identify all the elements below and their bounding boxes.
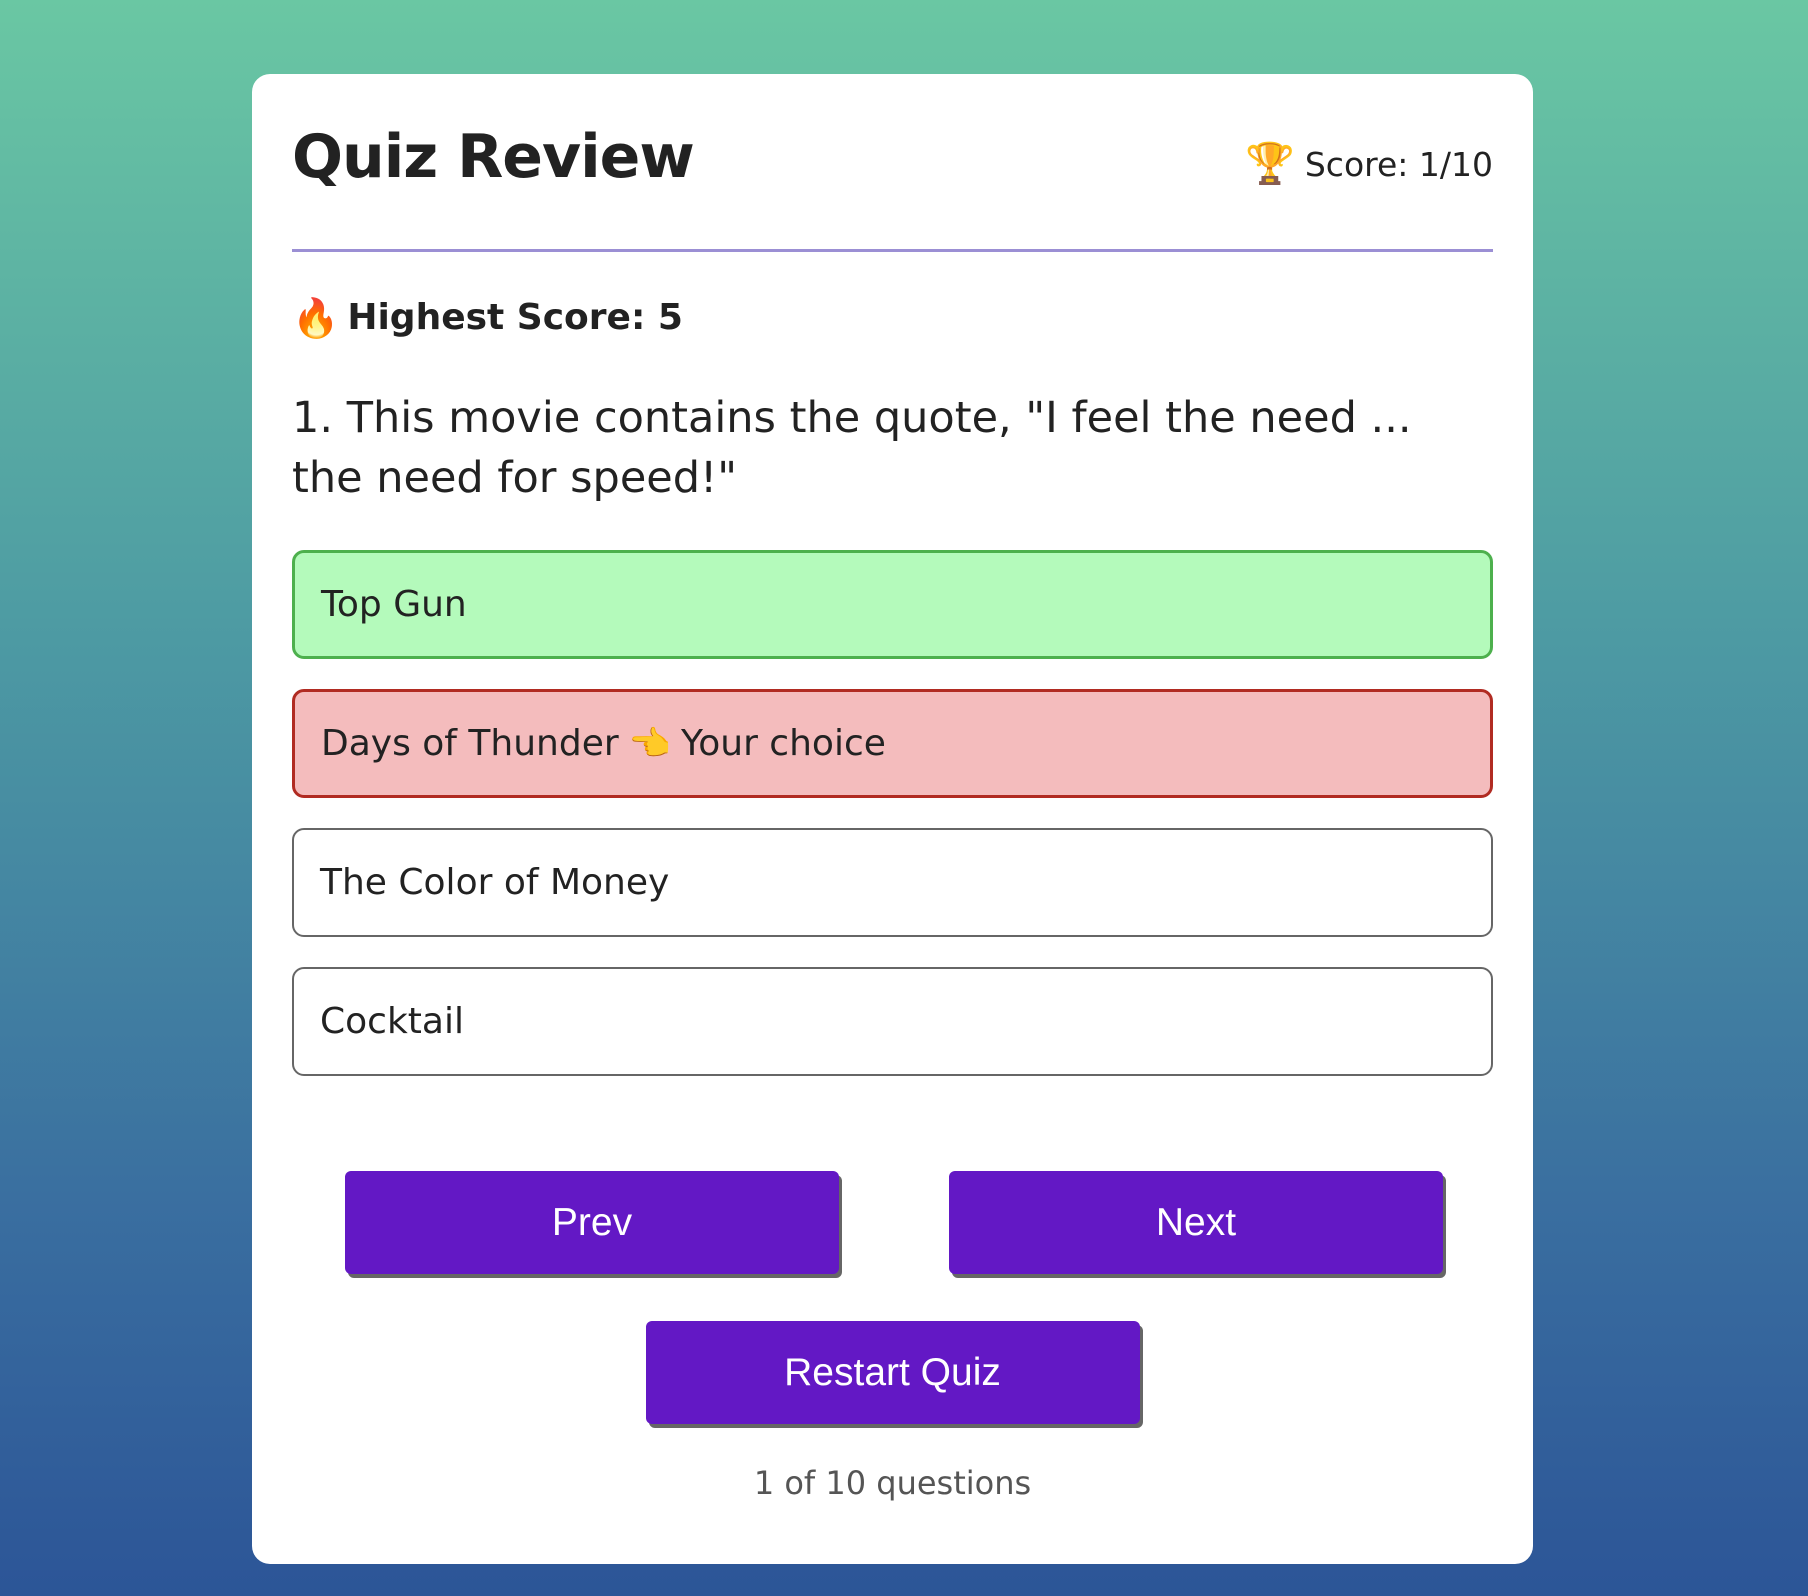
- next-button[interactable]: Next: [949, 1171, 1443, 1274]
- option-correct[interactable]: Top Gun: [292, 550, 1493, 659]
- question-text: 1. This movie contains the quote, "I fee…: [292, 393, 1412, 503]
- page-title: Quiz Review: [292, 122, 695, 192]
- restart-quiz-button[interactable]: Restart Quiz: [645, 1321, 1140, 1424]
- option-label: Days of Thunder: [321, 723, 619, 764]
- pointing-hand-icon: 👈: [628, 723, 672, 764]
- option[interactable]: Cocktail: [292, 967, 1493, 1076]
- trophy-icon: 🏆: [1245, 141, 1295, 187]
- score-display: 🏆 Score: 1/10: [1245, 144, 1493, 184]
- your-choice-note: Your choice: [681, 723, 886, 764]
- fire-icon: 🔥: [292, 295, 340, 340]
- option-selected-wrong[interactable]: Days of Thunder 👈 Your choice: [292, 689, 1493, 798]
- question-progress: 1 of 10 questions: [753, 1464, 1032, 1502]
- prev-button[interactable]: Prev: [345, 1171, 839, 1274]
- option[interactable]: The Color of Money: [292, 828, 1493, 937]
- answer-options: Top Gun Days of Thunder 👈 Your choice Th…: [292, 550, 1493, 1076]
- card-header: Quiz Review 🏆 Score: 1/10: [292, 74, 1493, 252]
- option-label: The Color of Money: [320, 862, 670, 903]
- option-label: Top Gun: [321, 584, 467, 625]
- option-label: Cocktail: [320, 1001, 464, 1042]
- score-label: Score: 1/10: [1304, 144, 1493, 184]
- navigation-buttons: Prev Next: [292, 1171, 1493, 1274]
- restart-row: Restart Quiz: [292, 1321, 1493, 1424]
- highest-score-label: Highest Score: 5: [347, 297, 683, 338]
- quiz-review-card: Quiz Review 🏆 Score: 1/10 🔥 Highest Scor…: [252, 74, 1533, 1564]
- highest-score: 🔥 Highest Score: 5: [292, 297, 1493, 338]
